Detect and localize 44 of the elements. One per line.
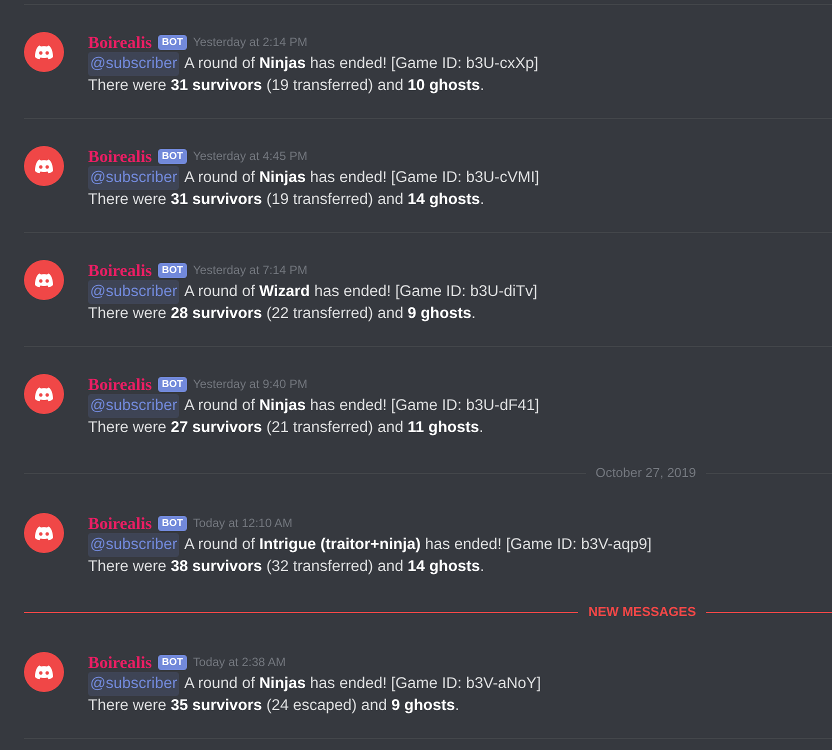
author-name[interactable]: Boirealis [88,376,152,392]
message-text: There were 28 survivors (22 transferred) and 9 ghosts. [88,304,477,324]
avatar-icon[interactable] [24,32,64,72]
mention[interactable]: @subscriber [88,52,180,76]
author-name[interactable]: Boirealis [88,148,152,164]
date-label: October 27, 2019 [594,464,697,482]
message-text: A round of Ninjas has ended! [Game ID: b3U-cxXp] [184,54,538,74]
author-name[interactable]: Boirealis [88,654,152,670]
message-text: There were 31 survivors (19 transferred) and 14 ghosts. [88,190,486,210]
message-text: There were 31 survivors (19 transferred) and 10 ghosts. [88,76,486,96]
avatar-icon[interactable] [24,146,64,186]
mention[interactable]: @subscriber [88,166,180,190]
timestamp: Today at 12:10 AM [193,515,292,532]
message-text: There were 38 survivors (32 transferred) and 14 ghosts. [88,557,486,577]
message-text: There were 35 survivors (24 escaped) and 9 ghosts. [88,696,460,716]
message-text: A round of Wizard has ended! [Game ID: b3U-diTv] [184,282,538,302]
message-text: A round of Intrigue (traitor+ninja) has ended! [Game ID: b3V-aqp9] [184,535,652,556]
mention[interactable]: @subscriber [88,280,180,304]
mention[interactable]: @subscriber [88,394,180,418]
mention[interactable]: @subscriber [88,672,180,696]
new-messages-label: NEW MESSAGES [587,603,697,622]
bot-tag: BOT [158,654,188,670]
timestamp: Yesterday at 2:14 PM [193,34,308,51]
bot-tag: BOT [158,148,188,164]
message-text: There were 27 survivors (21 transferred) and 11 ghosts. [88,418,484,438]
bot-tag: BOT [158,516,188,530]
avatar-icon[interactable] [24,513,64,553]
timestamp: Yesterday at 7:14 PM [193,262,308,279]
avatar-icon[interactable] [24,374,64,414]
message-text: A round of Ninjas has ended! [Game ID: b3V-aNoY] [184,674,541,694]
avatar-icon[interactable] [24,260,64,300]
mention[interactable]: @subscriber [88,533,180,557]
message-text: A round of Ninjas has ended! [Game ID: b3U-dF41] [184,396,540,416]
timestamp: Today at 2:38 AM [193,654,286,671]
timestamp: Yesterday at 4:45 PM [193,148,308,165]
bot-tag: BOT [158,262,188,278]
timestamp: Yesterday at 9:40 PM [193,376,308,393]
message-text: A round of Ninjas has ended! [Game ID: b3U-cVMI] [184,168,540,188]
bot-tag: BOT [158,34,188,50]
author-name[interactable]: Boirealis [88,34,152,50]
bot-tag: BOT [158,376,188,392]
author-name[interactable]: Boirealis [88,514,152,532]
author-name[interactable]: Boirealis [88,262,152,278]
avatar-icon[interactable] [24,652,64,692]
